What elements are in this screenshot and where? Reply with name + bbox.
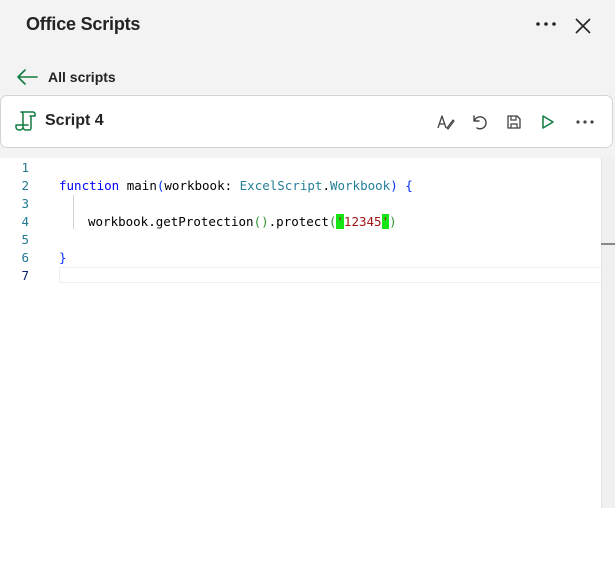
vertical-scrollbar[interactable] (601, 158, 615, 508)
code-type: ExcelScript (239, 178, 323, 193)
code-string: 12345 (343, 214, 382, 229)
line-number: 5 (21, 232, 29, 247)
more-horizontal-icon (576, 120, 594, 124)
run-icon (542, 115, 554, 129)
rename-button[interactable] (433, 109, 459, 135)
code-brace: } (59, 250, 67, 265)
code-line-2[interactable]: function main(workbook: ExcelScript.Work… (59, 177, 413, 195)
current-line-highlight (59, 267, 615, 283)
code-bracket: ) (261, 214, 269, 229)
line-number: 2 (21, 178, 29, 193)
code-function-name: main (119, 178, 157, 193)
script-scroll-icon (15, 111, 36, 131)
close-icon (575, 18, 591, 34)
script-more-button[interactable] (572, 109, 598, 135)
back-to-all-scripts-link[interactable]: All scripts (16, 64, 116, 90)
script-icon-wrap (15, 110, 37, 137)
code-method: .protect (268, 214, 329, 229)
line-number: 1 (21, 160, 29, 175)
line-number-active: 7 (21, 268, 29, 283)
code-line-4[interactable]: workbook.getProtection().protect('12345'… (88, 213, 397, 231)
back-link-label: All scripts (48, 69, 116, 85)
code-keyword: function (59, 178, 120, 193)
code-text: workbook.getProtection (88, 214, 254, 229)
line-number: 3 (21, 196, 29, 211)
save-button[interactable] (501, 109, 527, 135)
arrow-left-icon (17, 69, 38, 85)
code-bracket: ) (390, 178, 398, 193)
undo-button[interactable] (467, 109, 493, 135)
save-icon (507, 115, 521, 129)
rename-icon (437, 115, 455, 130)
code-dot: . (322, 178, 330, 193)
app-title: Office Scripts (26, 14, 141, 34)
code-bracket: ( (253, 214, 262, 229)
code-brace: { (405, 178, 413, 193)
pane-more-button[interactable] (532, 10, 560, 38)
line-number: 6 (21, 250, 29, 265)
code-param: workbook: (164, 178, 240, 193)
code-editor[interactable]: 1 2 3 4 5 6 7 function main(workbook: Ex… (0, 158, 615, 587)
scrollbar-cursor-marker (601, 243, 615, 245)
code-type: Workbook (329, 178, 391, 193)
code-string-quote-match: ' (381, 214, 390, 229)
indent-guide (73, 195, 74, 229)
undo-icon (473, 115, 487, 130)
script-card: Script 4 (0, 95, 613, 148)
code-bracket: ) (389, 214, 397, 229)
close-pane-button[interactable] (569, 12, 597, 40)
code-line-6[interactable]: } (59, 249, 67, 267)
more-horizontal-icon (536, 22, 556, 26)
script-title: Script 4 (45, 112, 104, 129)
run-button[interactable] (535, 109, 561, 135)
task-pane-header: Office Scripts All scripts Script 4 (0, 0, 615, 158)
line-number: 4 (21, 214, 29, 229)
code-string-quote-match: ' (336, 214, 344, 229)
